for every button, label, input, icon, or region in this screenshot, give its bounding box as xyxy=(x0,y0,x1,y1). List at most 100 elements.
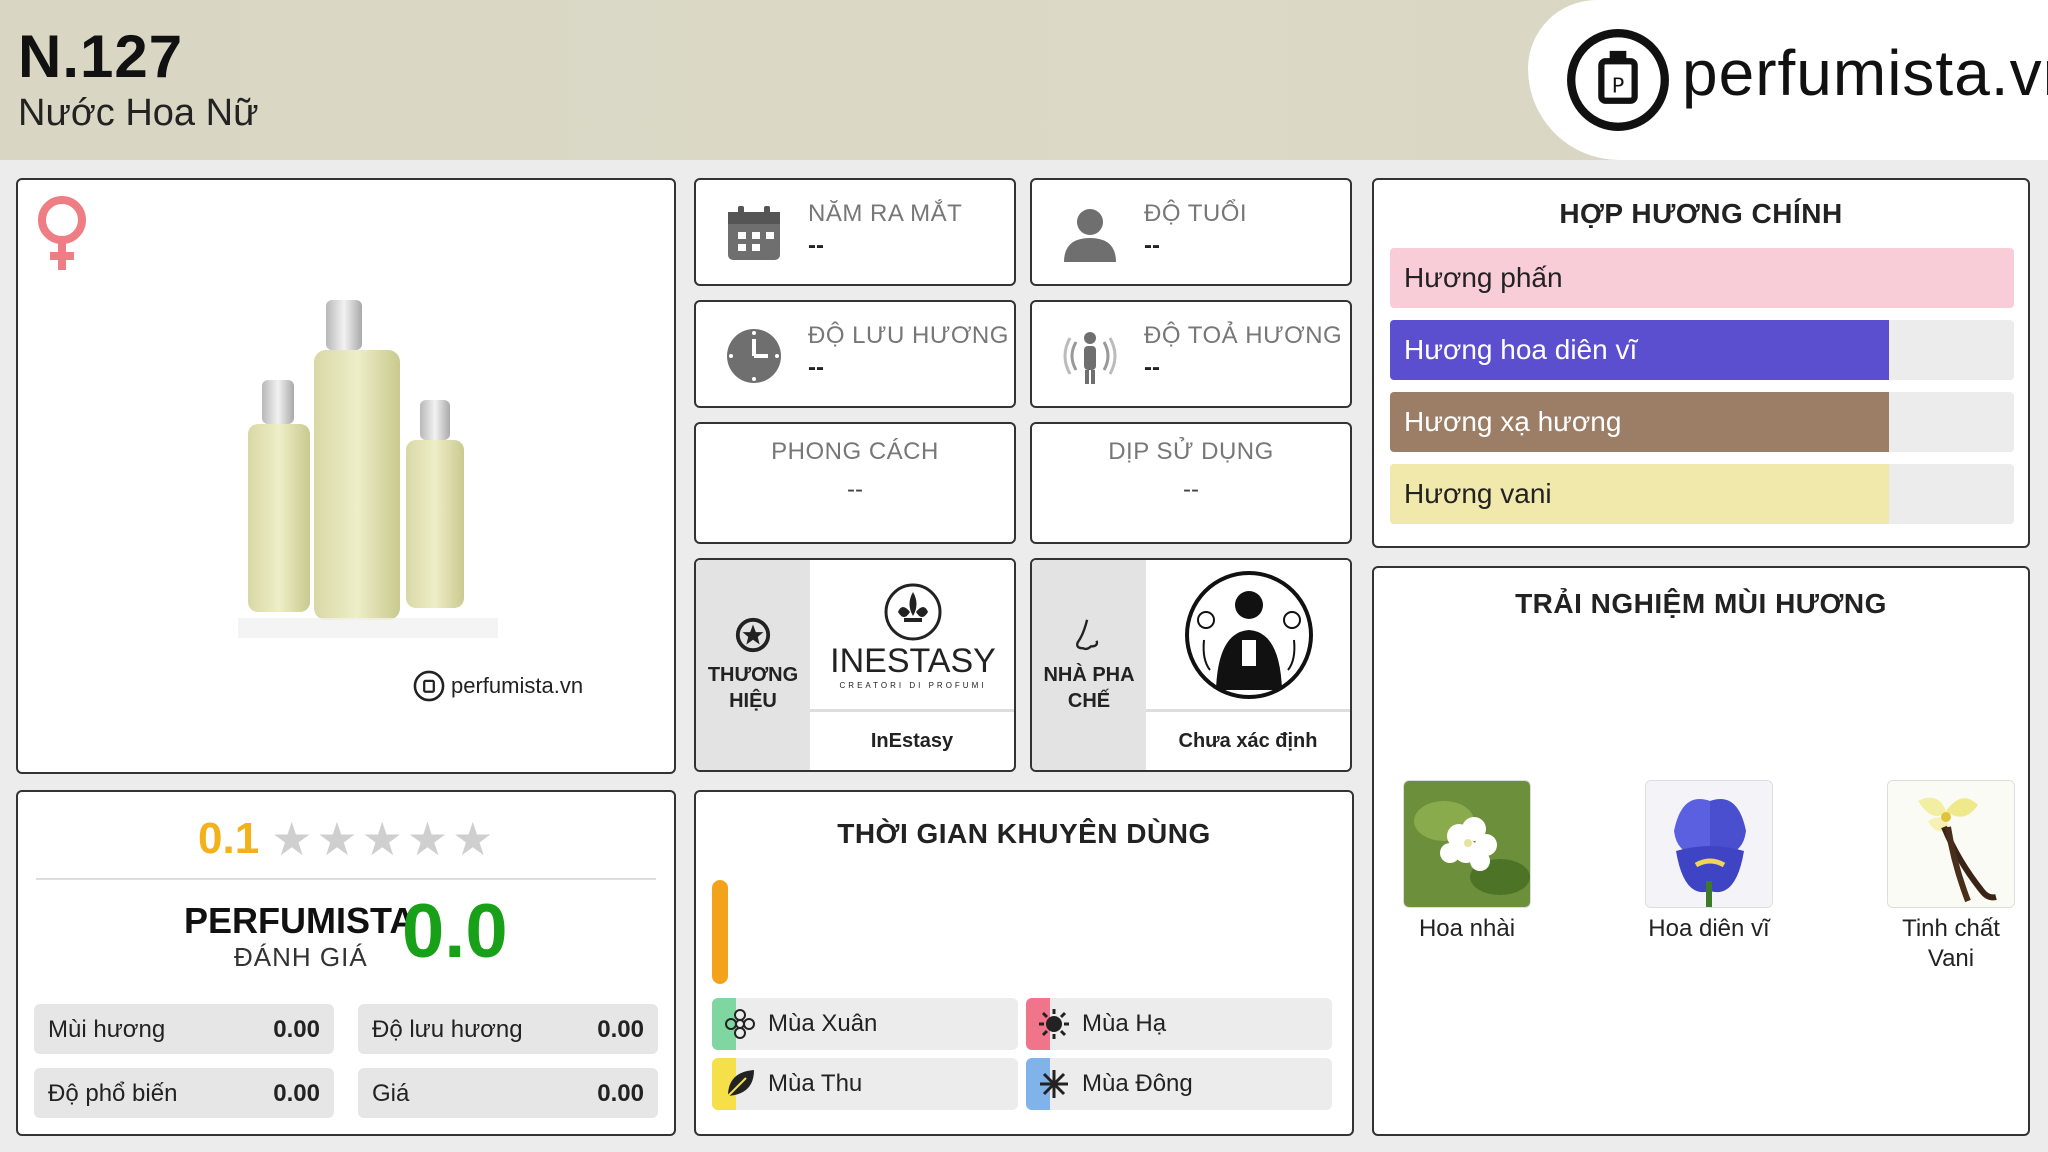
iris-image xyxy=(1645,780,1773,908)
scent-experience-title: TRẢI NGHIỆM MÙI HƯƠNG xyxy=(1515,588,1887,619)
perfumista-subtitle: ĐÁNH GIÁ xyxy=(234,942,368,972)
metric-value: 0.00 xyxy=(273,1080,320,1107)
note-item[interactable]: Tinh chất Vani xyxy=(1886,780,2016,974)
star-icon[interactable]: ★ xyxy=(452,816,493,862)
vanilla-image xyxy=(1887,780,2015,908)
user-rating[interactable]: 0.1 ★ ★ ★ ★ ★ xyxy=(198,814,493,864)
release-year-value: -- xyxy=(808,232,824,259)
star-icon[interactable]: ★ xyxy=(316,816,357,862)
accord-bar: Hương xạ hương xyxy=(1390,392,2014,452)
rating-card: 0.1 ★ ★ ★ ★ ★ PERFUMISTA ĐÁNH GIÁ 0.0 Mùi hư… xyxy=(16,790,676,1136)
logo-small-icon xyxy=(413,670,445,702)
metric-longevity: Độ lưu hương 0.00 xyxy=(358,1004,658,1054)
main-accords-card: HỢP HƯƠNG CHÍNH Hương phấn Hương hoa diên… xyxy=(1372,178,2030,548)
sillage-value: -- xyxy=(1144,354,1160,381)
occasion-value: -- xyxy=(1183,476,1199,503)
style-value: -- xyxy=(847,476,863,503)
calendar-icon xyxy=(728,206,780,260)
star-row[interactable]: ★ ★ ★ ★ ★ xyxy=(271,816,493,862)
longevity-label: ĐỘ LƯU HƯƠNG xyxy=(808,322,1009,349)
season-label: Mùa Thu xyxy=(768,1070,863,1097)
perfumer-image-pane xyxy=(1146,560,1350,712)
divider xyxy=(36,878,656,880)
time-indicator-bar xyxy=(712,880,728,984)
longevity-card: ĐỘ LƯU HƯƠNG -- xyxy=(694,300,1016,408)
season-item: Mùa Đông xyxy=(1026,1058,1332,1110)
brand-logo-text: INESTASY xyxy=(830,642,996,680)
svg-text:P: P xyxy=(1612,73,1625,97)
perfumista-title: PERFUMISTA xyxy=(184,900,416,941)
note-name: Hoa nhài xyxy=(1418,915,1516,942)
brand-logo[interactable]: P perfumista.vn xyxy=(1528,0,2048,160)
brand-logo-pane: INESTASY CREATORI DI PROFUMI xyxy=(810,560,1014,712)
star-icon[interactable]: ★ xyxy=(407,816,448,862)
logo-text: perfumista.vn xyxy=(1682,37,2048,109)
recommended-time-card: THỜI GIAN KHUYÊN DÙNG Mùa Xuân Mùa Hạ Mùa … xyxy=(694,790,1354,1136)
occasion-card: DỊP SỬ DỤNG -- xyxy=(1030,422,1352,544)
accord-label: Hương phấn xyxy=(1404,262,1563,293)
perfumer-name: Chưa xác định xyxy=(1178,730,1318,752)
main-accords-title: HỢP HƯƠNG CHÍNH xyxy=(1559,198,1843,229)
metric-value: 0.00 xyxy=(273,1016,320,1043)
season-label: Mùa Xuân xyxy=(768,1010,878,1037)
brand-logo-sub: CREATORI DI PROFUMI xyxy=(840,681,987,690)
sillage-label: ĐỘ TOẢ HƯƠNG xyxy=(1144,322,1343,349)
season-item: Mùa Thu xyxy=(712,1058,1018,1110)
note-item[interactable]: Hoa diên vĩ xyxy=(1644,780,1774,944)
sun-icon xyxy=(1039,1009,1069,1039)
watermark: perfumista.vn xyxy=(413,670,583,702)
metric-scent: Mùi hương 0.00 xyxy=(34,1004,334,1054)
perfumista-score: 0.0 xyxy=(402,889,508,974)
product-code: N.127 xyxy=(18,23,184,90)
note-name: Tinh chất Vani xyxy=(1902,915,2000,972)
style-card: PHONG CÁCH -- xyxy=(694,422,1016,544)
note-item[interactable]: Hoa nhài xyxy=(1402,780,1532,944)
season-item: Mùa Hạ xyxy=(1026,998,1332,1050)
metric-value: 0.00 xyxy=(597,1080,644,1107)
female-symbol-icon xyxy=(38,196,86,270)
jasmine-image xyxy=(1403,780,1531,908)
accord-label: Hương xạ hương xyxy=(1404,406,1622,437)
season-item: Mùa Xuân xyxy=(712,998,1018,1050)
brand-name: InEstasy xyxy=(870,730,954,752)
star-badge-icon xyxy=(735,617,771,653)
watermark-text: perfumista.vn xyxy=(451,673,584,698)
product-category: Nước Hoa Nữ xyxy=(18,92,259,134)
nose-icon xyxy=(1076,619,1099,651)
metric-value: 0.00 xyxy=(597,1016,644,1043)
star-icon[interactable]: ★ xyxy=(362,816,403,862)
sillage-card: ĐỘ TOẢ HƯƠNG -- xyxy=(1030,300,1352,408)
accord-bar: Hương phấn xyxy=(1390,248,2014,308)
metric-label: Độ phổ biến xyxy=(48,1080,178,1107)
perfumer-side: NHÀ PHA CHẾ xyxy=(1032,560,1146,770)
product-image-card: perfumista.vn xyxy=(16,178,676,774)
accord-label: Hương hoa diên vĩ xyxy=(1404,334,1638,365)
age-card: ĐỘ TUỔI -- xyxy=(1030,178,1352,286)
person-icon xyxy=(1064,209,1116,262)
accord-bar: Hương vani xyxy=(1390,464,2014,524)
header: N.127 Nước Hoa Nữ P perfumista.vn xyxy=(0,0,2048,160)
perfumer-card[interactable]: NHÀ PHA CHẾ Chưa xác định xyxy=(1030,558,1352,772)
season-label: Mùa Hạ xyxy=(1082,1010,1167,1037)
flower-icon xyxy=(725,1009,755,1039)
recommended-time-title: THỜI GIAN KHUYÊN DÙNG xyxy=(837,818,1211,849)
season-label: Mùa Đông xyxy=(1082,1070,1193,1097)
metric-label: Độ lưu hương xyxy=(372,1016,523,1043)
brand-label: THƯƠNG HIỆU xyxy=(707,664,799,712)
occasion-label: DỊP SỬ DỤNG xyxy=(1108,438,1274,465)
release-year-card: NĂM RA MẮT -- xyxy=(694,178,1016,286)
metric-price: Giá 0.00 xyxy=(358,1068,658,1118)
star-icon[interactable]: ★ xyxy=(271,816,312,862)
perfumer-silhouette-icon xyxy=(1185,571,1313,699)
product-bottles-image xyxy=(238,300,498,638)
longevity-value: -- xyxy=(808,354,824,381)
metric-label: Giá xyxy=(372,1080,410,1107)
brand-card[interactable]: THƯƠNG HIỆU INESTASY CREATORI DI PROFUMI… xyxy=(694,558,1016,772)
metric-popularity: Độ phổ biến 0.00 xyxy=(34,1068,334,1118)
clock-icon xyxy=(727,329,781,383)
style-label: PHONG CÁCH xyxy=(771,438,939,465)
perfumer-label: NHÀ PHA CHẾ xyxy=(1043,664,1135,712)
rating-value: 0.1 xyxy=(198,814,260,863)
scent-experience-card: TRẢI NGHIỆM MÙI HƯƠNG Hoa nhài Hoa diên … xyxy=(1372,566,2030,1136)
perfume-bottle-logo-icon: P xyxy=(1567,29,1669,131)
